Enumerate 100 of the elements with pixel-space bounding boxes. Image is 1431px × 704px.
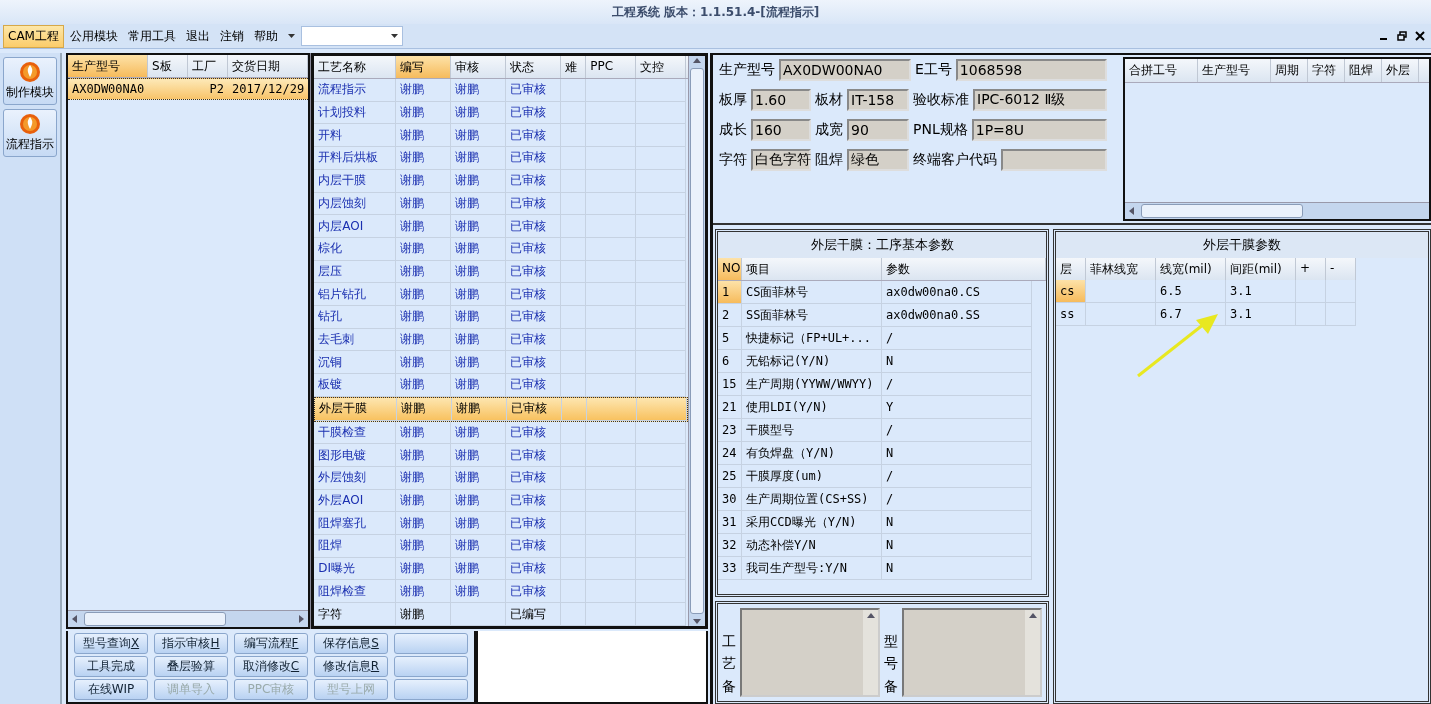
action-button[interactable]: 在线WIP xyxy=(74,679,148,700)
column-header[interactable]: 阻焊 xyxy=(1345,59,1382,82)
column-header[interactable]: 间距(mil) xyxy=(1226,258,1296,280)
menu-item[interactable]: 注销 xyxy=(215,25,248,47)
column-header[interactable]: 菲林线宽 xyxy=(1086,258,1156,280)
column-header[interactable]: 工厂 xyxy=(188,55,228,77)
vertical-scrollbar[interactable] xyxy=(688,56,706,626)
column-header[interactable]: 编写 xyxy=(396,56,452,78)
remark-field[interactable] xyxy=(740,607,880,697)
table-cell[interactable]: 21 xyxy=(718,396,742,419)
process-row[interactable]: 流程指示 谢鹏 谢鹏 已审核 xyxy=(314,79,689,102)
column-header[interactable]: - xyxy=(1326,258,1356,280)
input-field[interactable]: 160 xyxy=(751,119,811,141)
process-row[interactable]: 计划投料 谢鹏 谢鹏 已审核 xyxy=(314,101,689,125)
process-row[interactable]: 外层AOI 谢鹏 谢鹏 已审核 xyxy=(314,489,689,513)
table-cell[interactable]: 25 xyxy=(718,465,742,488)
process-row[interactable]: 钻孔 谢鹏 谢鹏 已审核 xyxy=(314,306,689,329)
action-button[interactable]: 取消修改C xyxy=(234,656,308,677)
process-row[interactable]: DI曝光 谢鹏 谢鹏 已审核 xyxy=(314,557,689,581)
process-row[interactable]: 开料 谢鹏 谢鹏 已审核 xyxy=(314,124,689,148)
caret-icon[interactable] xyxy=(287,34,295,38)
menu-item[interactable]: 退出 xyxy=(181,25,214,47)
column-header[interactable]: 难 xyxy=(561,56,587,78)
column-header[interactable]: PPC xyxy=(586,56,637,78)
input-field[interactable]: AX0DW00NA0 xyxy=(779,59,911,81)
table-cell[interactable]: 30 xyxy=(718,488,742,511)
action-button[interactable]: 指示审核H xyxy=(154,633,228,654)
process-row[interactable]: 内层蚀刻 谢鹏 谢鹏 已审核 xyxy=(314,192,689,216)
input-field[interactable]: 白色字符 xyxy=(751,149,811,171)
action-button[interactable]: 型号查询X xyxy=(74,633,148,654)
process-row[interactable]: 开料后烘板 谢鹏 谢鹏 已审核 xyxy=(314,147,689,170)
table-cell[interactable]: 23 xyxy=(718,419,742,442)
order-row[interactable]: AX0DW00NA0 P2 2017/12/29 xyxy=(68,78,309,100)
process-row[interactable]: 棕化 谢鹏 谢鹏 已审核 xyxy=(314,237,689,261)
menu-item[interactable]: 常用工具 xyxy=(123,25,180,47)
process-row[interactable]: 内层干膜 谢鹏 谢鹏 已审核 xyxy=(314,169,689,193)
process-row[interactable]: 内层AOI 谢鹏 谢鹏 已审核 xyxy=(314,215,689,238)
table-cell[interactable]: 15 xyxy=(718,373,742,396)
action-button[interactable]: 叠层验算 xyxy=(154,656,228,677)
module-button[interactable]: 制作模块 xyxy=(3,57,57,105)
action-button[interactable]: 保存信息S xyxy=(314,633,388,654)
horizontal-scrollbar[interactable] xyxy=(1125,202,1429,219)
column-header[interactable]: 层 xyxy=(1056,258,1086,280)
column-header[interactable]: NO xyxy=(718,258,742,280)
column-header[interactable]: 状态 xyxy=(506,56,562,78)
table-cell[interactable]: 24 xyxy=(718,442,742,465)
menu-item[interactable]: 公用模块 xyxy=(65,25,122,47)
input-field[interactable]: 1P=8U xyxy=(971,119,1107,141)
column-header[interactable]: S板 xyxy=(148,55,188,77)
process-row[interactable]: 去毛刺 谢鹏 谢鹏 已审核 xyxy=(314,328,689,352)
action-button[interactable]: 修改信息R xyxy=(314,656,388,677)
process-row[interactable]: 外层蚀刻 谢鹏 谢鹏 已审核 xyxy=(314,466,689,490)
process-row[interactable]: 层压 谢鹏 谢鹏 已审核 xyxy=(314,260,689,284)
input-field[interactable]: IPC-6012 Ⅱ级 xyxy=(973,89,1107,111)
column-header[interactable]: 审核 xyxy=(451,56,507,78)
close-icon[interactable] xyxy=(1415,31,1425,41)
process-row[interactable]: 沉铜 谢鹏 谢鹏 已审核 xyxy=(314,351,689,375)
process-row[interactable]: 字符 谢鹏 已编写 xyxy=(314,603,689,626)
module-button[interactable]: 流程指示 xyxy=(3,109,57,157)
table-cell[interactable]: 2 xyxy=(718,304,742,327)
input-field[interactable] xyxy=(1001,149,1107,171)
column-header[interactable]: 交货日期 xyxy=(228,55,309,77)
process-row[interactable]: 干膜检查 谢鹏 谢鹏 已审核 xyxy=(314,421,689,445)
input-field[interactable]: 绿色 xyxy=(847,149,909,171)
process-row[interactable]: 阻焊检查 谢鹏 谢鹏 已审核 xyxy=(314,580,689,604)
input-field[interactable]: 1.60 xyxy=(751,89,811,111)
remark-field[interactable] xyxy=(902,607,1042,697)
column-header[interactable]: 线宽(mil) xyxy=(1156,258,1226,280)
table-cell[interactable]: 1 xyxy=(718,281,742,304)
input-field[interactable]: 90 xyxy=(847,119,909,141)
horizontal-scrollbar[interactable] xyxy=(68,610,309,627)
column-header[interactable]: 外层 xyxy=(1382,59,1419,82)
process-row[interactable]: 图形电镀 谢鹏 谢鹏 已审核 xyxy=(314,444,689,467)
column-header[interactable]: 文控 xyxy=(636,56,687,78)
table-cell[interactable]: 5 xyxy=(718,327,742,350)
column-header[interactable]: 周期 xyxy=(1271,59,1308,82)
process-row[interactable]: 阻焊 谢鹏 谢鹏 已审核 xyxy=(314,535,689,558)
restore-icon[interactable] xyxy=(1397,31,1407,41)
column-header[interactable]: 合拼工号 xyxy=(1125,59,1198,82)
column-header[interactable]: 字符 xyxy=(1308,59,1345,82)
table-cell[interactable]: cs xyxy=(1056,280,1086,303)
table-cell[interactable]: 31 xyxy=(718,511,742,534)
action-button[interactable]: 工具完成 xyxy=(74,656,148,677)
column-header[interactable]: 项目 xyxy=(742,258,882,280)
table-cell[interactable]: 6 xyxy=(718,350,742,373)
menu-item[interactable]: CAM工程 xyxy=(3,24,64,48)
input-field[interactable]: IT-158 xyxy=(847,89,909,111)
table-cell[interactable]: 32 xyxy=(718,534,742,557)
process-row[interactable]: 阻焊塞孔 谢鹏 谢鹏 已审核 xyxy=(314,512,689,536)
process-row[interactable]: 外层干膜 谢鹏 谢鹏 已审核 xyxy=(314,396,689,422)
table-cell[interactable]: 33 xyxy=(718,557,742,580)
action-button[interactable]: 编写流程F xyxy=(234,633,308,654)
column-header[interactable]: 生产型号 xyxy=(1198,59,1271,82)
process-row[interactable]: 铝片钻孔 谢鹏 谢鹏 已审核 xyxy=(314,283,689,307)
table-cell[interactable]: ss xyxy=(1056,303,1086,326)
column-header[interactable]: + xyxy=(1296,258,1326,280)
column-header[interactable]: 参数 xyxy=(882,258,1046,280)
input-field[interactable]: 1068598 xyxy=(955,59,1107,81)
process-row[interactable]: 板镀 谢鹏 谢鹏 已审核 xyxy=(314,374,689,397)
column-header[interactable]: 生产型号 xyxy=(68,55,148,77)
